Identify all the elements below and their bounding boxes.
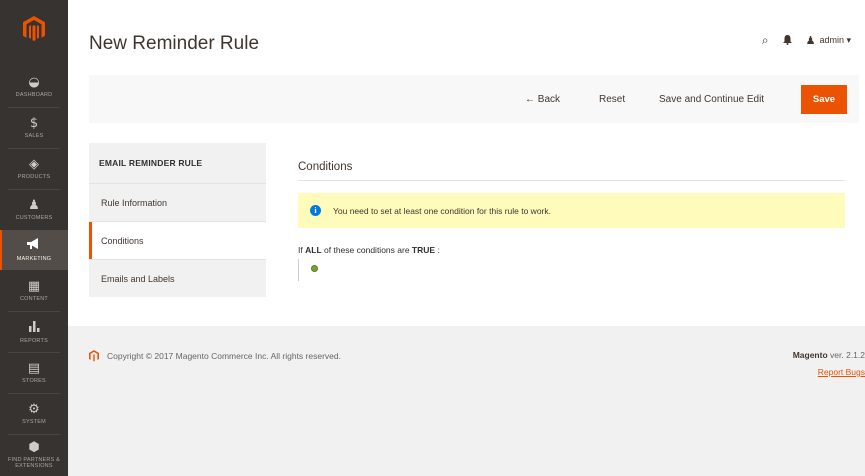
version-info: Magento ver. 2.1.2 [793, 350, 865, 360]
magento-logo-icon [89, 350, 99, 362]
rule-tabs: EMAIL REMINDER RULE Rule Information Con… [89, 143, 266, 297]
sidebar-item-label: System [22, 419, 46, 425]
notice-text: You need to set at least one condition f… [333, 205, 551, 216]
version-brand: Magento [792, 350, 828, 360]
tabs-title: EMAIL REMINDER RULE [89, 143, 266, 183]
sidebar-item-sales[interactable]: $ Sales [0, 108, 68, 148]
sidebar-item-label: Find Partners & Extensions [8, 457, 60, 469]
copyright-text: Copyright © 2017 Magento Commerce Inc. A… [107, 351, 341, 361]
sidebar-item-label: Stores [22, 378, 46, 384]
cond-prefix: If [298, 245, 303, 255]
magento-logo-icon[interactable] [0, 0, 68, 58]
sidebar-item-partners[interactable]: ⬢ Find Partners & Extensions [0, 435, 68, 475]
user-icon: ♟ [805, 34, 816, 47]
sidebar-item-label: Dashboard [15, 92, 53, 98]
header-actions: ⌕ ♟ admin ▾ [762, 33, 851, 48]
conditions-tree [298, 259, 300, 281]
sidebar-item-stores[interactable]: ▤ Stores [0, 353, 68, 393]
info-icon: i [310, 205, 321, 216]
back-button[interactable]: ← Back [525, 75, 560, 123]
aggregator-select[interactable]: ALL [305, 245, 322, 255]
sidebar-item-marketing[interactable]: Marketing [0, 230, 68, 270]
dollar-icon: $ [29, 116, 39, 131]
section-title: Conditions [298, 161, 353, 173]
notice-message: i You need to set at least one condition… [298, 193, 845, 228]
add-condition-icon[interactable] [311, 265, 318, 272]
sidebar-item-label: Customers [15, 215, 53, 221]
conditions-statement: If ALL of these conditions are TRUE : [298, 245, 440, 255]
page-actions-bar: ← Back Reset Save and Continue Edit Save [89, 75, 859, 123]
copyright: Copyright © 2017 Magento Commerce Inc. A… [89, 350, 341, 362]
sidebar-item-label: Products [17, 174, 51, 180]
sidebar-item-label: Sales [24, 133, 44, 139]
sidebar-item-customers[interactable]: ♟ Customers [0, 190, 68, 230]
bar-chart-icon [28, 320, 40, 336]
sidebar-item-label: Marketing [16, 256, 52, 262]
store-icon: ▤ [27, 361, 41, 376]
divider [298, 180, 845, 181]
save-continue-button[interactable]: Save and Continue Edit [659, 75, 764, 123]
sidebar-item-label: Content [20, 296, 48, 302]
admin-sidebar: ◒ Dashboard $ Sales ◈ Products ♟ Custome… [0, 0, 68, 476]
gear-icon: ⚙ [28, 402, 40, 417]
report-bugs-link[interactable]: Report Bugs [818, 367, 865, 377]
cube-icon: ◈ [29, 157, 39, 172]
bell-icon[interactable] [782, 34, 792, 48]
search-icon[interactable]: ⌕ [762, 33, 769, 48]
cond-suffix: : [437, 245, 440, 255]
tab-conditions[interactable]: Conditions [89, 221, 266, 259]
sidebar-item-reports[interactable]: Reports [0, 312, 68, 352]
sidebar-item-system[interactable]: ⚙ System [0, 394, 68, 434]
cond-middle: of these conditions are [324, 245, 410, 255]
reset-button[interactable]: Reset [599, 75, 625, 123]
tab-emails-labels[interactable]: Emails and Labels [89, 259, 266, 297]
user-menu[interactable]: ♟ admin ▾ [806, 34, 851, 47]
sidebar-item-products[interactable]: ◈ Products [0, 149, 68, 189]
version-text: ver. 2.1.2 [830, 350, 865, 360]
page-footer: Copyright © 2017 Magento Commerce Inc. A… [68, 326, 865, 476]
save-button[interactable]: Save [801, 85, 847, 114]
sidebar-item-label: Reports [20, 338, 48, 344]
sidebar-item-content[interactable]: ▦ Content [0, 271, 68, 311]
dashboard-icon: ◒ [28, 75, 40, 90]
page-title: New Reminder Rule [89, 33, 260, 54]
extension-icon: ⬢ [28, 440, 40, 455]
person-icon: ♟ [28, 198, 40, 213]
user-name: admin ▾ [819, 35, 851, 45]
sidebar-item-dashboard[interactable]: ◒ Dashboard [0, 67, 68, 107]
megaphone-icon [27, 238, 41, 254]
layout-icon: ▦ [27, 279, 41, 294]
value-select[interactable]: TRUE [412, 245, 435, 255]
tab-rule-information[interactable]: Rule Information [89, 183, 266, 221]
